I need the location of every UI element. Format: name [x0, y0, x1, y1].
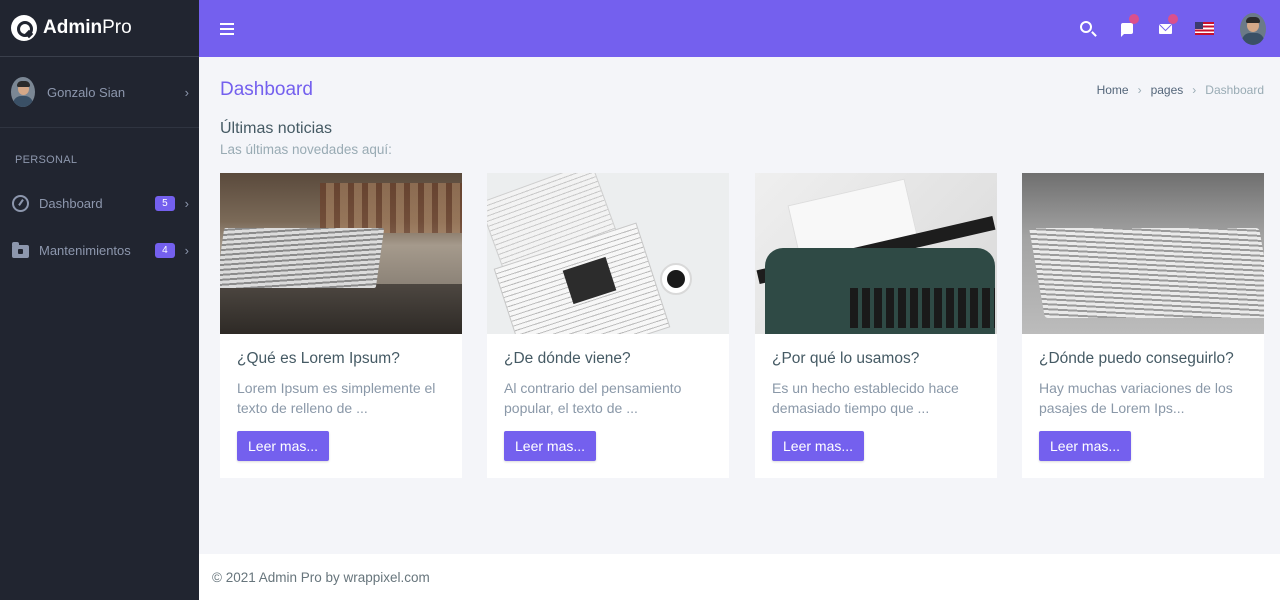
read-more-button[interactable]: Leer mas... [1039, 431, 1132, 461]
chevron-right-icon: › [184, 243, 189, 258]
card-title: ¿Dónde puedo conseguirlo? [1039, 350, 1234, 367]
breadcrumb: Home › pages › Dashboard [1097, 83, 1264, 97]
messages-button[interactable] [1146, 0, 1185, 57]
gauge-icon [12, 195, 29, 212]
news-image [220, 173, 462, 334]
news-card: ¿Qué es Lorem Ipsum? Lorem Ipsum es simp… [220, 173, 462, 478]
card-title: ¿Por qué lo usamos? [772, 350, 920, 367]
sidebar-item-dashboard[interactable]: Dashboard 5 › [0, 180, 199, 227]
news-card: ¿Dónde puedo conseguirlo? Hay muchas var… [1022, 173, 1264, 478]
section-title: Últimas noticias [220, 120, 333, 137]
footer-text: © 2021 Admin Pro by wrappixel.com [212, 570, 430, 585]
news-card: ¿De dónde viene? Al contrario del pensam… [487, 173, 729, 478]
breadcrumb-pages[interactable]: pages [1151, 83, 1184, 97]
breadcrumb-current: Dashboard [1205, 83, 1264, 97]
read-more-button[interactable]: Leer mas... [237, 431, 330, 461]
logo-icon [11, 15, 37, 41]
search-button[interactable] [1068, 0, 1107, 57]
footer: © 2021 Admin Pro by wrappixel.com [199, 554, 1280, 600]
chevron-right-icon: › [1137, 83, 1142, 97]
notifications-button[interactable] [1107, 0, 1146, 57]
read-more-button[interactable]: Leer mas... [772, 431, 865, 461]
chevron-right-icon: › [184, 84, 189, 100]
user-profile[interactable]: Gonzalo Sian › [0, 57, 199, 128]
sidebar-item-label: Mantenimientos [39, 243, 131, 258]
card-text: Es un hecho establecido hace demasiado t… [772, 380, 959, 416]
breadcrumb-home[interactable]: Home [1097, 83, 1129, 97]
mail-icon [1159, 23, 1172, 34]
news-image [1022, 173, 1264, 334]
user-name: Gonzalo Sian [47, 84, 126, 100]
notification-dot [1168, 14, 1178, 24]
sidebar-item-label: Dashboard [39, 196, 103, 211]
news-image [755, 173, 997, 334]
user-avatar[interactable] [1240, 12, 1266, 45]
user-avatar [11, 77, 35, 107]
news-card: ¿Por qué lo usamos? Es un hecho establec… [755, 173, 997, 478]
sidebar: AdminPro Gonzalo Sian › PERSONAL Dashboa… [0, 0, 199, 600]
news-image [487, 173, 729, 334]
notification-dot [1129, 14, 1139, 24]
card-text: Lorem Ipsum es simplemente el texto de r… [237, 380, 436, 416]
logo[interactable]: AdminPro [0, 0, 199, 57]
menu-icon[interactable] [220, 23, 234, 35]
search-icon [1080, 21, 1092, 33]
card-text: Al contrario del pensamiento popular, el… [504, 380, 682, 416]
card-text: Hay muchas variaciones de los pasajes de… [1039, 380, 1233, 416]
chevron-right-icon: › [1192, 83, 1197, 97]
us-flag-icon [1195, 22, 1214, 35]
logo-text: AdminPro [43, 17, 132, 38]
read-more-button[interactable]: Leer mas... [504, 431, 597, 461]
flag-icon [1120, 23, 1133, 37]
topbar [199, 0, 1280, 57]
card-title: ¿Qué es Lorem Ipsum? [237, 350, 400, 367]
nav-section-label: PERSONAL [15, 154, 78, 166]
sidebar-item-mantenimientos[interactable]: Mantenimientos 4 › [0, 227, 199, 274]
card-title: ¿De dónde viene? [504, 350, 631, 367]
section-subtitle: Las últimas novedades aquí: [220, 142, 392, 157]
chevron-right-icon: › [184, 196, 189, 211]
count-badge: 4 [155, 243, 175, 258]
topbar-actions [1068, 0, 1280, 57]
folder-icon [12, 242, 29, 258]
page-title: Dashboard [220, 79, 313, 100]
count-badge: 5 [155, 196, 175, 211]
language-button[interactable] [1185, 0, 1224, 57]
